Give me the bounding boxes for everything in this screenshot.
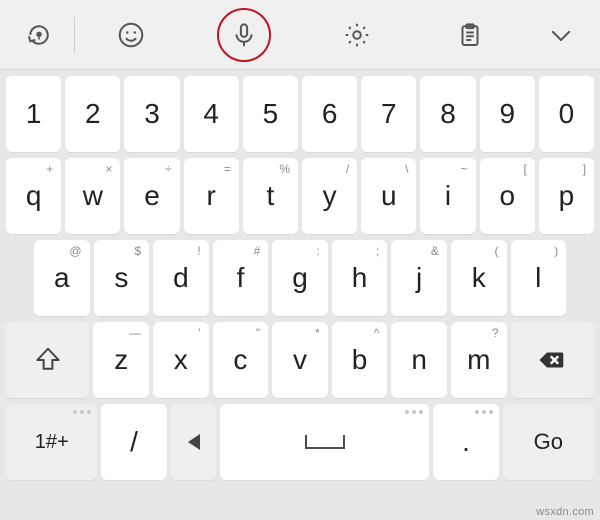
key-h[interactable]: ;h xyxy=(332,240,388,316)
key-n[interactable]: n xyxy=(391,322,447,398)
key-q[interactable]: +q xyxy=(6,158,61,234)
key-y[interactable]: /y xyxy=(302,158,357,234)
key-p[interactable]: ]p xyxy=(539,158,594,234)
row-asdf: @a $s !d #f :g ;h &j (k )l xyxy=(6,240,594,316)
key-s[interactable]: $s xyxy=(94,240,150,316)
key-c[interactable]: "c xyxy=(213,322,269,398)
row-qwerty: +q ×w ÷e =r %t /y \u ~i [o ]p xyxy=(6,158,594,234)
arrow-left-icon xyxy=(188,434,200,450)
collapse-keyboard-button[interactable] xyxy=(526,20,596,50)
key-4[interactable]: 4 xyxy=(184,76,239,152)
chevron-down-icon xyxy=(546,20,576,50)
key-9[interactable]: 9 xyxy=(480,76,535,152)
key-space[interactable] xyxy=(220,404,429,480)
key-backspace[interactable] xyxy=(511,322,594,398)
key-2[interactable]: 2 xyxy=(65,76,120,152)
keyboard-toolbar xyxy=(0,0,600,70)
key-slash[interactable]: / xyxy=(101,404,166,480)
key-a[interactable]: @a xyxy=(34,240,90,316)
key-o[interactable]: [o xyxy=(480,158,535,234)
key-g[interactable]: :g xyxy=(272,240,328,316)
key-shift[interactable] xyxy=(6,322,89,398)
key-k[interactable]: (k xyxy=(451,240,507,316)
key-t[interactable]: %t xyxy=(243,158,298,234)
key-go[interactable]: Go xyxy=(503,404,594,480)
key-7[interactable]: 7 xyxy=(361,76,416,152)
key-symbols[interactable]: 1#+ xyxy=(6,404,97,480)
row-zxcv: —z 'x "c *v ^b n ?m xyxy=(6,322,594,398)
settings-button[interactable] xyxy=(301,20,414,50)
key-period[interactable]: . xyxy=(433,404,498,480)
key-f[interactable]: #f xyxy=(213,240,269,316)
key-5[interactable]: 5 xyxy=(243,76,298,152)
more-indicator-icon xyxy=(73,410,91,414)
row-bottom: 1#+ / . Go xyxy=(6,404,594,480)
lightbulb-refresh-icon xyxy=(24,20,54,50)
space-icon xyxy=(305,435,345,449)
clipboard-button[interactable] xyxy=(413,20,526,50)
key-0[interactable]: 0 xyxy=(539,76,594,152)
watermark-text: wsxdn.com xyxy=(536,506,594,518)
more-indicator-icon xyxy=(405,410,423,414)
key-v[interactable]: *v xyxy=(272,322,328,398)
key-w[interactable]: ×w xyxy=(65,158,120,234)
row-numbers: 1 2 3 4 5 6 7 8 9 0 xyxy=(6,76,594,152)
key-1[interactable]: 1 xyxy=(6,76,61,152)
key-z[interactable]: —z xyxy=(93,322,149,398)
backspace-icon xyxy=(537,345,567,375)
key-cursor-left[interactable] xyxy=(171,404,217,480)
clipboard-icon xyxy=(455,20,485,50)
shift-icon xyxy=(33,345,63,375)
emoji-icon xyxy=(116,20,146,50)
gear-icon xyxy=(342,20,372,50)
key-r[interactable]: =r xyxy=(184,158,239,234)
key-8[interactable]: 8 xyxy=(420,76,475,152)
key-6[interactable]: 6 xyxy=(302,76,357,152)
key-b[interactable]: ^b xyxy=(332,322,388,398)
key-d[interactable]: !d xyxy=(153,240,209,316)
key-e[interactable]: ÷e xyxy=(124,158,179,234)
key-i[interactable]: ~i xyxy=(420,158,475,234)
keyboard-area: 1 2 3 4 5 6 7 8 9 0 +q ×w ÷e =r %t /y \u… xyxy=(0,70,600,486)
theme-button[interactable] xyxy=(4,20,74,50)
key-x[interactable]: 'x xyxy=(153,322,209,398)
highlight-circle xyxy=(217,8,271,62)
more-indicator-icon xyxy=(475,410,493,414)
key-3[interactable]: 3 xyxy=(124,76,179,152)
key-u[interactable]: \u xyxy=(361,158,416,234)
key-m[interactable]: ?m xyxy=(451,322,507,398)
microphone-icon xyxy=(229,20,259,50)
key-j[interactable]: &j xyxy=(391,240,447,316)
emoji-button[interactable] xyxy=(75,20,188,50)
voice-input-button[interactable] xyxy=(188,8,301,62)
key-l[interactable]: )l xyxy=(511,240,567,316)
